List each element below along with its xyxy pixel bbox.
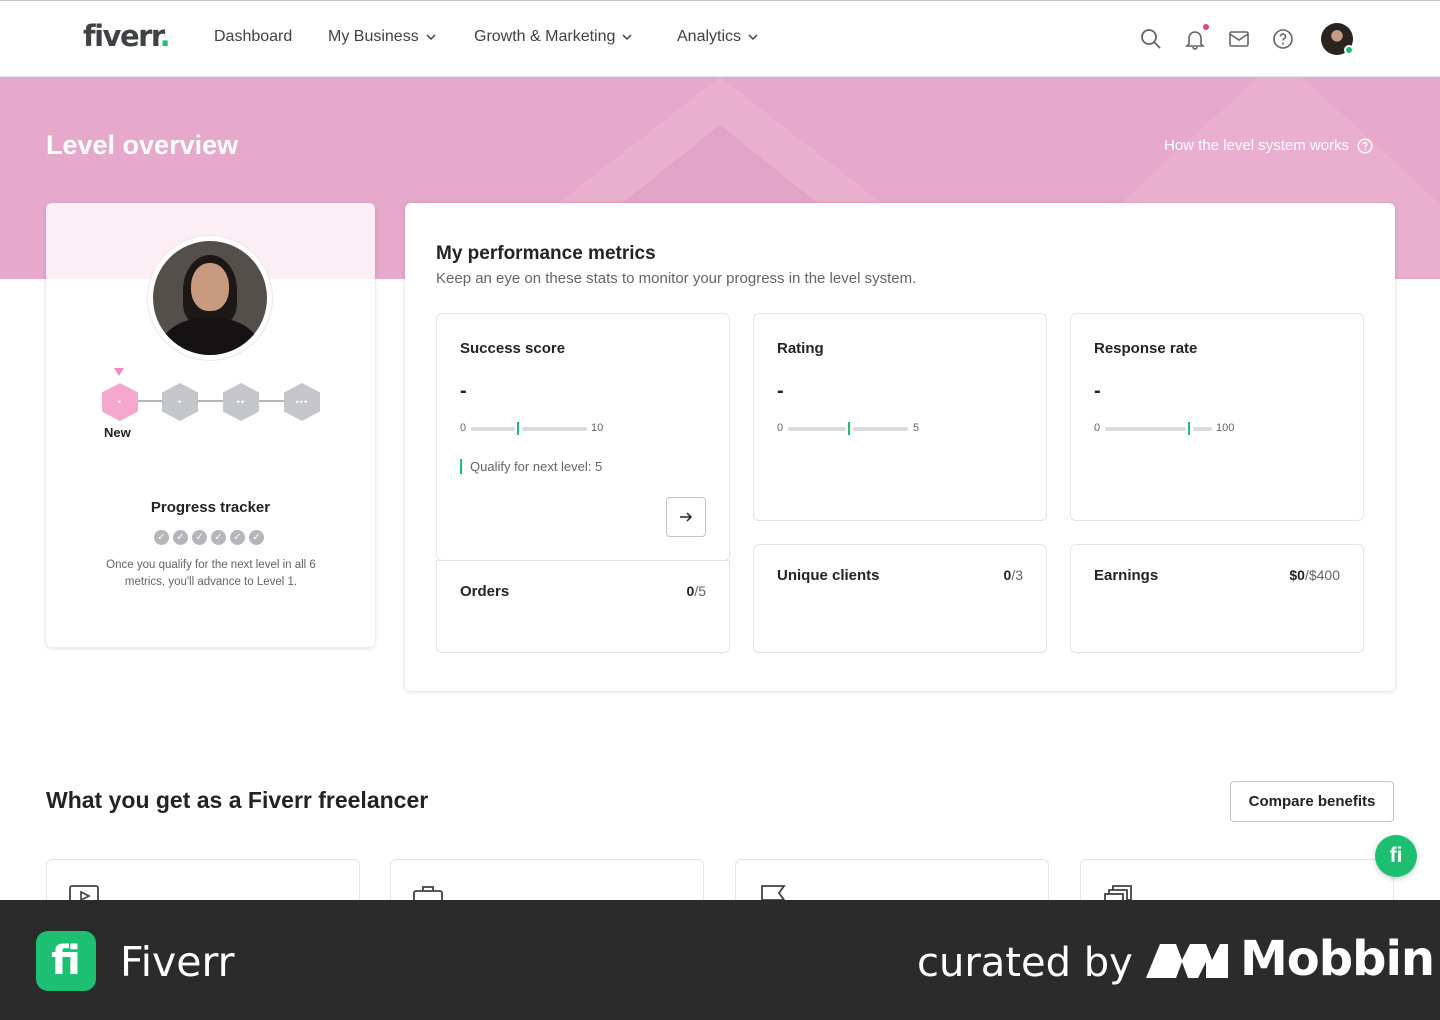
qualify-threshold-text: Qualify for next level: 5 [460, 459, 602, 474]
mobbin-brand: Mobbin [1240, 931, 1435, 987]
profile-avatar [148, 236, 272, 360]
response-rate-bar: 0 100 [1094, 422, 1235, 435]
chevron-down-icon [622, 34, 632, 41]
fiverr-logo[interactable]: fiverr. [83, 19, 171, 53]
help-icon [1357, 137, 1373, 154]
earnings-card: Earnings $0/$400 [1070, 544, 1364, 653]
check-circle-icon: ✓ [230, 530, 245, 545]
level-badge-1: • [162, 383, 198, 421]
notification-dot [1203, 24, 1209, 30]
qualify-marker [1188, 422, 1190, 435]
current-level-pointer-icon [114, 368, 124, 376]
rating-label: Rating [777, 340, 824, 357]
footer-band: fi Fiverr curated by Mobbin [0, 900, 1440, 1020]
mail-icon[interactable] [1228, 28, 1250, 50]
curated-by-text: curated by [917, 940, 1133, 986]
nav-analytics[interactable]: Analytics [677, 28, 759, 46]
rating-value: - [777, 380, 784, 402]
top-nav: fiverr. Dashboard My Business Growth & M… [0, 0, 1440, 77]
help-icon[interactable] [1272, 28, 1294, 50]
fiverr-chat-fab[interactable]: fi [1375, 835, 1417, 877]
online-status-dot [1344, 45, 1354, 55]
nav-dashboard[interactable]: Dashboard [214, 28, 292, 46]
arrow-right-icon [680, 512, 693, 522]
unique-clients-card: Unique clients 0/3 [753, 544, 1047, 653]
current-level-label: New [104, 425, 131, 440]
orders-card: Orders 0/5 [436, 560, 730, 653]
rating-card: Rating - 0 5 [753, 313, 1047, 521]
level-badge-top: ••• [284, 383, 320, 421]
level-badge-new: • [102, 383, 138, 421]
check-circle-icon: ✓ [211, 530, 226, 545]
success-score-card: Success score - 0 10 Qualify for next le… [436, 313, 730, 561]
performance-metrics-card: My performance metrics Keep an eye on th… [405, 203, 1395, 691]
success-score-bar: 0 10 [460, 422, 604, 435]
mobbin-logo-icon [1146, 944, 1228, 978]
bell-icon[interactable] [1184, 28, 1206, 50]
nav-my-business[interactable]: My Business [328, 28, 437, 46]
qualify-marker [517, 422, 519, 435]
progress-checks: ✓ ✓ ✓ ✓ ✓ ✓ [154, 530, 264, 545]
page-title: Level overview [46, 130, 239, 160]
benefits-title: What you get as a Fiverr freelancer [46, 787, 429, 813]
check-circle-icon: ✓ [173, 530, 188, 545]
metrics-title: My performance metrics [436, 243, 656, 264]
metrics-subtitle: Keep an eye on these stats to monitor yo… [436, 270, 917, 287]
unique-clients-value: 0/3 [1003, 567, 1023, 583]
next-arrow-button[interactable] [666, 497, 706, 537]
profile-card: • • •• ••• New Progress tracker ✓ ✓ ✓ ✓ ✓ ✓ O… [46, 203, 375, 647]
unique-clients-label: Unique clients [777, 567, 880, 584]
success-score-label: Success score [460, 340, 566, 357]
orders-value: 0/5 [686, 583, 706, 599]
response-rate-card: Response rate - 0 100 [1070, 313, 1364, 521]
chevron-down-icon [426, 34, 436, 41]
success-score-value: - [460, 380, 467, 402]
app-name: Fiverr [120, 938, 235, 986]
nav-growth-marketing[interactable]: Growth & Marketing [474, 28, 633, 46]
response-rate-value: - [1094, 380, 1101, 402]
response-rate-label: Response rate [1094, 340, 1198, 357]
orders-label: Orders [460, 583, 510, 600]
compare-benefits-button[interactable]: Compare benefits [1230, 781, 1394, 822]
level-system-help-link[interactable]: How the level system works [1164, 137, 1373, 154]
level-badge-2: •• [223, 383, 259, 421]
check-circle-icon: ✓ [154, 530, 169, 545]
progress-tracker-title: Progress tracker [150, 499, 271, 516]
fiverr-app-icon: fi [36, 931, 96, 991]
earnings-value: $0/$400 [1289, 567, 1340, 583]
earnings-label: Earnings [1094, 567, 1159, 584]
check-circle-icon: ✓ [249, 530, 264, 545]
search-icon[interactable] [1140, 28, 1162, 50]
rating-bar: 0 5 [777, 422, 920, 435]
level-progress-row: • • •• ••• [102, 383, 322, 423]
qualify-marker [848, 422, 850, 435]
progress-tracker-text: Once you qualify for the next level in a… [106, 559, 316, 588]
check-circle-icon: ✓ [192, 530, 207, 545]
chevron-down-icon [748, 34, 758, 41]
